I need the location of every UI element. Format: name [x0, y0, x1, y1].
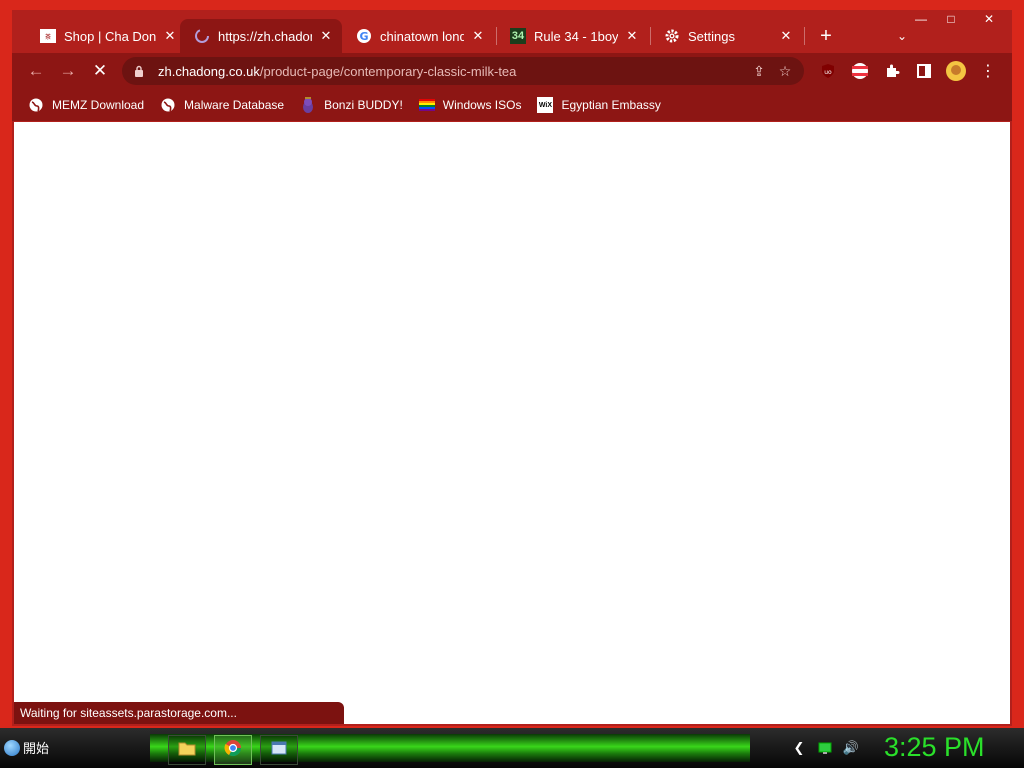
- rainbow-flag-icon: [418, 97, 435, 113]
- tab-strip: 茶 Shop | Cha Dong ✕ https://zh.chadon ✕ …: [20, 19, 920, 53]
- tab-title: https://zh.chadon: [218, 28, 312, 44]
- new-tab-plus-icon[interactable]: +: [814, 19, 838, 53]
- close-tab-icon[interactable]: ✕: [778, 28, 794, 44]
- tab-chinatown-london[interactable]: G chinatown londo ✕: [342, 19, 494, 53]
- tab-settings[interactable]: Settings ✕: [650, 19, 802, 53]
- address-bar[interactable]: zh.chadong.co.uk/product-page/contempora…: [122, 57, 804, 85]
- extensions-puzzle-icon[interactable]: [880, 59, 904, 83]
- bookmark-label: Windows ISOs: [442, 98, 522, 112]
- url-path: /product-page/contemporary-classic-milk-…: [259, 63, 517, 79]
- bookmark-windows-isos[interactable]: Windows ISOs: [418, 97, 522, 113]
- bookmarks-bar: MEMZ Download Malware Database Bonzi BUD…: [12, 89, 1012, 121]
- tab-title: Shop | Cha Dong: [64, 28, 156, 44]
- bonzi-icon: [300, 97, 316, 113]
- stop-loading-icon[interactable]: ✕: [88, 59, 112, 83]
- tab-title: Settings: [688, 28, 735, 44]
- bookmark-label: Egyptian Embassy: [561, 98, 661, 112]
- ublock-origin-icon[interactable]: uo: [816, 59, 840, 83]
- taskbar: 開始 ❮ 🔊 3:25 PM: [0, 728, 1024, 768]
- profile-flag-icon[interactable]: [848, 59, 872, 83]
- close-tab-icon[interactable]: ✕: [318, 28, 334, 44]
- gear-icon: [664, 28, 680, 44]
- loading-spinner-icon: [194, 28, 210, 44]
- system-tray: ❮ 🔊: [788, 738, 866, 758]
- tab-rule-34[interactable]: 34 Rule 34 - 1boy 1 ✕: [496, 19, 648, 53]
- share-icon[interactable]: ⇪: [746, 59, 772, 83]
- lock-icon[interactable]: [132, 65, 146, 77]
- globe-icon: [28, 97, 44, 113]
- svg-text:uo: uo: [824, 69, 832, 76]
- tab-active-zh-chadong[interactable]: https://zh.chadon ✕: [180, 19, 342, 53]
- volume-icon[interactable]: 🔊: [840, 738, 862, 758]
- browser-toolbar: ← → ✕ zh.chadong.co.uk/product-page/cont…: [12, 53, 1012, 89]
- bookmark-label: MEMZ Download: [52, 98, 145, 112]
- network-icon[interactable]: [814, 738, 836, 758]
- kebab-menu-icon[interactable]: ⋮: [976, 59, 1000, 83]
- star-icon[interactable]: ☆: [772, 59, 798, 83]
- tab-shop-cha-dong[interactable]: 茶 Shop | Cha Dong ✕: [26, 19, 186, 53]
- browser-window: — □ ✕ 茶 Shop | Cha Dong ✕ https://zh.cha…: [12, 10, 1012, 726]
- windows-orb-icon: [4, 739, 20, 756]
- chrome-icon: [224, 739, 242, 762]
- rule34-logo-icon: 34: [510, 28, 526, 44]
- tab-title: chinatown londo: [380, 28, 464, 44]
- taskbar-window-app[interactable]: [260, 735, 298, 765]
- close-tab-icon[interactable]: ✕: [624, 28, 640, 44]
- bookmark-bonzi-buddy[interactable]: Bonzi BUDDY!: [300, 97, 403, 113]
- url-host: zh.chadong.co.uk: [158, 63, 260, 79]
- tab-separator: [804, 27, 805, 45]
- tab-search-chevron-down-icon[interactable]: ⌄: [890, 19, 914, 53]
- start-label: 開始: [23, 741, 50, 756]
- svg-text:G: G: [359, 30, 368, 43]
- taskbar-explorer[interactable]: [168, 735, 206, 765]
- bookmark-memz-download[interactable]: MEMZ Download: [28, 97, 144, 113]
- status-bubble: Waiting for siteassets.parastorage.com..…: [14, 702, 344, 724]
- url-text[interactable]: zh.chadong.co.uk/product-page/contempora…: [158, 64, 516, 79]
- close-tab-icon[interactable]: ✕: [162, 28, 178, 44]
- window-controls: — □ ✕: [906, 10, 1012, 28]
- folder-icon: [178, 740, 196, 761]
- chadong-logo-icon: 茶: [40, 28, 56, 44]
- close-tab-icon[interactable]: ✕: [470, 28, 486, 44]
- tray-chevron-icon[interactable]: ❮: [788, 738, 810, 758]
- globe-icon: [160, 97, 176, 113]
- tab-title: Rule 34 - 1boy 1: [534, 28, 618, 44]
- svg-text:茶: 茶: [45, 33, 51, 41]
- bookmark-egyptian-embassy[interactable]: WiX Egyptian Embassy: [537, 97, 661, 113]
- window-app-icon: [271, 741, 287, 760]
- bookmark-malware-database[interactable]: Malware Database: [160, 97, 284, 113]
- forward-arrow-icon[interactable]: →: [56, 59, 80, 83]
- side-panel-icon[interactable]: [912, 59, 936, 83]
- close-icon[interactable]: ✕: [966, 10, 1012, 28]
- taskbar-clock[interactable]: 3:25 PM: [884, 732, 985, 763]
- taskbar-chrome[interactable]: [214, 735, 252, 765]
- google-logo-icon: G: [356, 28, 372, 44]
- back-arrow-icon[interactable]: ←: [24, 59, 48, 83]
- wix-icon: WiX: [537, 97, 554, 113]
- bookmark-label: Malware Database: [184, 98, 285, 112]
- omnibox-actions: ⇪ ☆: [746, 59, 798, 83]
- bookmark-label: Bonzi BUDDY!: [324, 98, 403, 112]
- page-content[interactable]: Waiting for siteassets.parastorage.com..…: [14, 122, 1010, 724]
- avatar[interactable]: [944, 59, 968, 83]
- start-button[interactable]: 開始: [4, 738, 49, 757]
- maximize-icon[interactable]: □: [936, 10, 966, 28]
